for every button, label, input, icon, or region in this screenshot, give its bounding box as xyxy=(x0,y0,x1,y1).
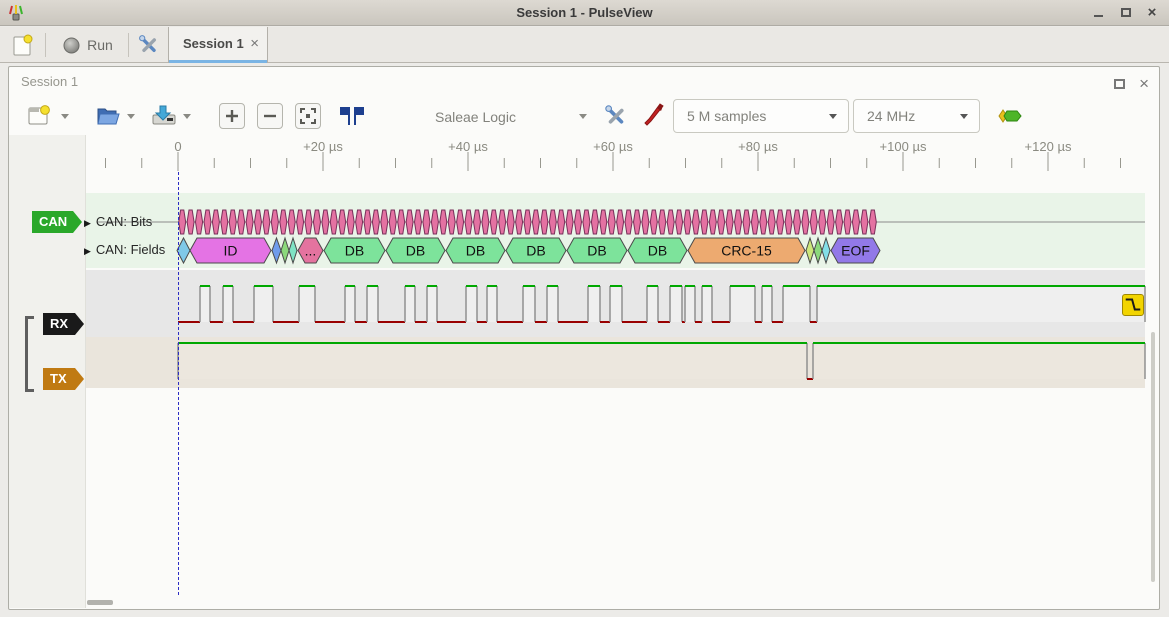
expand-icon[interactable]: ▶ xyxy=(84,218,91,228)
decoder-row-can-fields[interactable]: ▶ CAN: Fields xyxy=(84,242,165,257)
probe-icon xyxy=(641,103,667,129)
vertical-scrollbar[interactable] xyxy=(1151,332,1155,582)
ruler-label: +40 µs xyxy=(448,139,488,154)
chevron-down-icon xyxy=(183,114,191,119)
chevron-down-icon xyxy=(579,114,587,119)
ruler-label: +100 µs xyxy=(880,139,927,154)
device-select[interactable]: Saleae Logic xyxy=(435,100,516,134)
tab-close-icon[interactable]: × xyxy=(250,35,259,52)
ruler-label: +80 µs xyxy=(738,139,778,154)
wrench-screwdriver-icon xyxy=(137,33,161,57)
run-button[interactable]: Run xyxy=(54,30,122,60)
close-button[interactable]: × xyxy=(1141,4,1163,22)
run-icon xyxy=(63,37,80,54)
device-label: Saleae Logic xyxy=(435,109,516,125)
open-button[interactable] xyxy=(95,103,121,127)
ruler-label: +120 µs xyxy=(1025,139,1072,154)
zoom-in-button[interactable] xyxy=(219,103,245,129)
sample-count-value: 5 M samples xyxy=(687,108,766,124)
decoder-icon xyxy=(997,107,1025,125)
new-session-button[interactable] xyxy=(8,30,38,60)
zoom-out-button[interactable] xyxy=(257,103,283,129)
chevron-down-icon xyxy=(61,114,69,119)
decoder-row-can-bits[interactable]: ▶ CAN: Bits xyxy=(84,214,152,229)
tab-session-1[interactable]: Session 1 × xyxy=(168,27,268,63)
cursor-flags-icon xyxy=(339,105,365,127)
configure-device-button[interactable] xyxy=(603,103,629,129)
ruler-label: 0 xyxy=(174,139,181,154)
wrench-screwdriver-icon xyxy=(603,103,629,129)
horizontal-scrollbar[interactable] xyxy=(87,600,113,605)
minus-icon xyxy=(263,109,277,123)
falling-edge-icon xyxy=(1123,295,1143,315)
tab-label: Session 1 xyxy=(183,36,244,51)
save-button[interactable] xyxy=(151,103,177,127)
ruler-label: +60 µs xyxy=(593,139,633,154)
plus-icon xyxy=(225,109,239,123)
device-dropdown[interactable] xyxy=(579,114,587,119)
decoder-row-label: CAN: Bits xyxy=(96,214,152,229)
zoom-fit-button[interactable] xyxy=(295,103,321,129)
window-title: Session 1 - PulseView xyxy=(0,5,1169,20)
chevron-down-icon xyxy=(127,114,135,119)
new-view-dropdown[interactable] xyxy=(61,114,69,119)
zoom-fit-icon xyxy=(300,108,316,124)
main-toolbar: Run Session 1 × xyxy=(0,27,1169,63)
run-label: Run xyxy=(87,37,113,53)
decoder-tag-can[interactable]: CAN xyxy=(32,211,82,233)
session-restore-button[interactable] xyxy=(1114,76,1125,94)
new-view-button[interactable] xyxy=(27,103,51,127)
settings-button[interactable] xyxy=(133,30,165,60)
decoder-row-label: CAN: Fields xyxy=(96,242,165,257)
save-icon xyxy=(151,103,177,127)
chevron-down-icon xyxy=(829,114,837,119)
new-file-icon xyxy=(12,33,34,57)
session-close-button[interactable]: × xyxy=(1139,77,1149,91)
open-dropdown[interactable] xyxy=(127,114,135,119)
sample-rate-select[interactable]: 24 MHz xyxy=(853,99,980,133)
titlebar[interactable]: Session 1 - PulseView × xyxy=(0,0,1169,26)
pulseview-window: Session 1 - PulseView × Run xyxy=(0,0,1169,617)
show-cursors-button[interactable] xyxy=(339,105,365,127)
channels-button[interactable] xyxy=(641,103,667,129)
new-view-icon xyxy=(27,103,51,127)
open-folder-icon xyxy=(95,103,121,127)
sample-rate-value: 24 MHz xyxy=(867,108,915,124)
sample-count-select[interactable]: 5 M samples xyxy=(673,99,849,133)
time-cursor[interactable] xyxy=(178,172,179,595)
add-decoder-button[interactable] xyxy=(997,107,1025,125)
save-dropdown[interactable] xyxy=(183,114,191,119)
toolbar-separator xyxy=(45,33,46,57)
ruler-label: +20 µs xyxy=(303,139,343,154)
trigger-marker-badge[interactable] xyxy=(1122,294,1144,316)
expand-icon[interactable]: ▶ xyxy=(84,246,91,256)
maximize-button[interactable] xyxy=(1115,4,1137,22)
chevron-down-icon xyxy=(960,114,968,119)
minimize-button[interactable] xyxy=(1087,4,1109,22)
toolbar-separator xyxy=(128,33,129,57)
session-window-title: Session 1 xyxy=(21,74,78,89)
